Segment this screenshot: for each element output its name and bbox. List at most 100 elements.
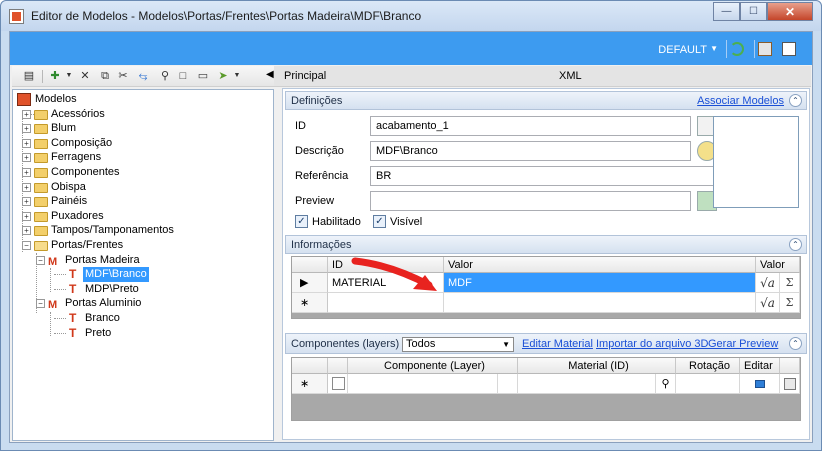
chevron-down-icon[interactable]: ▼ [710,44,718,53]
close-button[interactable]: ✕ [767,2,813,21]
delete-icon[interactable]: ✕ [78,69,92,83]
tree-item[interactable]: + Componentes [17,165,273,180]
expand-icon[interactable]: + [22,197,31,207]
referencia-field[interactable]: BR [370,166,718,186]
filter-select[interactable]: Todos ▼ [402,337,514,352]
column-header[interactable]: Editar [740,358,780,374]
chevron-down-icon[interactable]: ▼ [230,69,244,83]
collapse-icon[interactable]: − [22,240,31,250]
importar-arquivo-3d-link[interactable]: Importar do arquivo 3D [596,338,709,350]
row-current-icon: ▶ [292,273,328,293]
export-icon[interactable]: ➤ [216,69,230,83]
column-header[interactable]: Valor [444,257,756,273]
tree-item[interactable]: − M Portas Aluminio [17,296,273,311]
tab-xml[interactable]: XML [559,66,582,87]
row-checkbox[interactable] [328,374,348,394]
visivel-checkbox[interactable]: ✓ Visível [373,215,422,228]
copy-icon[interactable]: ⧉ [98,69,112,83]
profile-selector[interactable]: DEFAULT [658,44,707,56]
gerar-preview-link[interactable]: Gerar Preview [708,338,778,350]
panel-icon[interactable] [782,42,796,56]
editar-material-link[interactable]: Editar Material [522,338,593,350]
expand-icon[interactable]: + [22,124,31,134]
properties-icon[interactable]: ▤ [22,69,36,83]
checkbox-icon[interactable] [332,377,345,390]
collapse-icon[interactable]: ⌃ [789,238,802,251]
associar-modelos-link[interactable]: Associar Modelos [697,95,784,107]
componentes-header: Componentes (layers) Todos ▼ Editar Mate… [285,333,807,354]
splitter-arrow-icon[interactable]: ◀ [266,69,274,80]
material-editor-icon[interactable] [780,374,800,394]
tree-item[interactable]: + Acessórios [17,107,273,122]
texture-icon: T [69,267,77,282]
componentes-group: Componentes (layers) Todos ▼ Editar Mate… [285,333,807,437]
componentes-grid: Componente (Layer) Material (ID) Rotação… [291,357,801,421]
add-icon[interactable]: ✚ [48,69,62,83]
formula-icon[interactable]: √a [756,293,780,313]
tree-item[interactable]: + Obispa [17,180,273,195]
collapse-icon[interactable]: ⌃ [789,94,802,107]
sum-icon[interactable]: Σ [780,293,800,313]
tree-item[interactable]: + Tampos/Tamponamentos [17,223,273,238]
expand-icon[interactable]: + [22,138,31,148]
habilitado-checkbox[interactable]: ✓ Habilitado [295,215,361,228]
find-icon[interactable]: ⚲ [158,69,172,83]
table-cell[interactable] [676,374,740,394]
expand-icon[interactable]: + [22,226,31,236]
table-cell[interactable] [444,293,756,313]
expand-icon[interactable]: + [22,153,31,163]
collapse-icon[interactable]: ⌃ [789,337,802,350]
tree-item[interactable]: + Painéis [17,194,273,209]
collapse-icon[interactable]: − [36,299,45,309]
model-tree: Modelos + Acessórios + Blum + Composição [12,89,274,441]
tree-item[interactable]: T Preto [17,326,273,341]
collapse-icon[interactable]: − [36,255,45,265]
tree-item[interactable]: + Blum [17,121,273,136]
tab-strip: ◀ Principal XML [266,66,811,87]
edit-icon[interactable] [740,374,780,394]
formula-icon[interactable]: √a [756,273,780,293]
find-icon[interactable]: ⚲ [656,374,676,394]
refresh-icon[interactable] [730,42,744,56]
tree-item-selected[interactable]: T MDF\Branco [17,267,273,282]
tree-item[interactable]: + Ferragens [17,150,273,165]
preview-field[interactable] [370,191,691,211]
informacoes-header: Informações ⌃ [285,235,807,254]
move-icon[interactable]: ⥃ [136,69,150,83]
maximize-button[interactable]: ☐ [740,2,767,21]
expand-icon[interactable]: + [22,109,31,119]
table-cell[interactable] [348,374,498,394]
column-header[interactable]: Material (ID) [518,358,676,374]
cut-icon[interactable]: ✂ [116,69,130,83]
new-document-icon[interactable]: □ [176,69,190,83]
expand-icon[interactable]: + [22,211,31,221]
tree-root[interactable]: Modelos [17,92,273,107]
tree-item[interactable]: T Branco [17,311,273,326]
folder-icon[interactable]: ▭ [196,69,210,83]
id-field[interactable]: acabamento_1 [370,116,691,136]
definicoes-header: Definições Associar Modelos ⌃ [285,91,807,110]
table-cell-selected[interactable]: MDF [444,273,756,293]
minimize-button[interactable]: — [713,2,740,21]
referencia-label: Referência [295,170,349,182]
sum-icon[interactable]: Σ [780,273,800,293]
expand-icon[interactable]: + [22,167,31,177]
chevron-down-icon[interactable]: ▼ [502,338,510,351]
checkbox-checked-icon[interactable]: ✓ [295,215,308,228]
table-cell[interactable] [498,374,518,394]
tree-item[interactable]: + Composição [17,136,273,151]
table-cell[interactable] [518,374,656,394]
tree-item[interactable]: − Portas/Frentes [17,238,273,253]
tree-item[interactable]: − M Portas Madeira [17,253,273,268]
tab-principal[interactable]: Principal [284,66,326,87]
column-header[interactable]: Valor [756,257,800,273]
expand-icon[interactable]: + [22,182,31,192]
settings-icon[interactable] [758,42,772,56]
tree-item[interactable]: T MDP\Preto [17,282,273,297]
descricao-field[interactable]: MDF\Branco [370,141,691,161]
column-header[interactable]: Componente (Layer) [348,358,518,374]
chevron-down-icon[interactable]: ▼ [62,69,76,83]
column-header[interactable]: Rotação [676,358,740,374]
tree-item[interactable]: + Puxadores [17,209,273,224]
checkbox-checked-icon[interactable]: ✓ [373,215,386,228]
